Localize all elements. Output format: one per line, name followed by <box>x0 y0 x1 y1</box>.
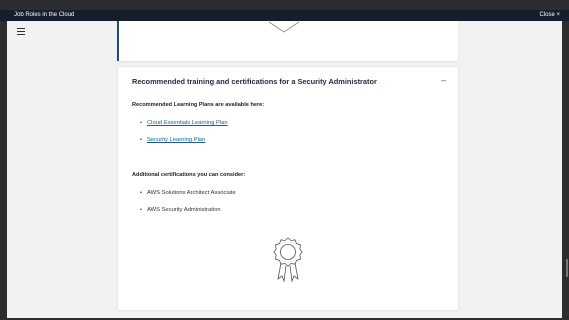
chevron-down-icon <box>268 21 300 33</box>
certifications-list: AWS Solutions Architect Associate AWS Se… <box>140 189 236 223</box>
list-item: Cloud Essentials Learning Plan <box>140 119 228 136</box>
learning-plans-heading: Recommended Learning Plans are available… <box>132 102 265 108</box>
section-heading: Recommended training and certifications … <box>132 77 377 86</box>
window-title: Job Roles in the Cloud <box>14 12 75 18</box>
award-ribbon-icon <box>273 237 303 283</box>
list-item: Security Learning Plan <box>140 136 228 153</box>
scrollbar-thumb[interactable] <box>566 259 568 277</box>
list-item: AWS Solutions Architect Associate <box>140 189 236 206</box>
collapse-button[interactable]: – <box>441 75 446 85</box>
list-item: AWS Security Administration <box>140 206 236 223</box>
window-top-strip <box>0 0 569 10</box>
training-section-card: Recommended training and certifications … <box>118 67 458 310</box>
learning-plan-link-security[interactable]: Security Learning Plan <box>147 137 205 143</box>
learning-plan-link-cloud-essentials[interactable]: Cloud Essentials Learning Plan <box>147 120 228 126</box>
hamburger-menu-icon[interactable] <box>17 28 25 35</box>
learning-plans-list: Cloud Essentials Learning Plan Security … <box>140 119 228 153</box>
title-bar: Job Roles in the Cloud Close × <box>0 10 569 21</box>
previous-section-card <box>117 21 458 61</box>
certifications-heading: Additional certifications you can consid… <box>132 172 246 178</box>
close-button[interactable]: Close × <box>539 10 560 21</box>
